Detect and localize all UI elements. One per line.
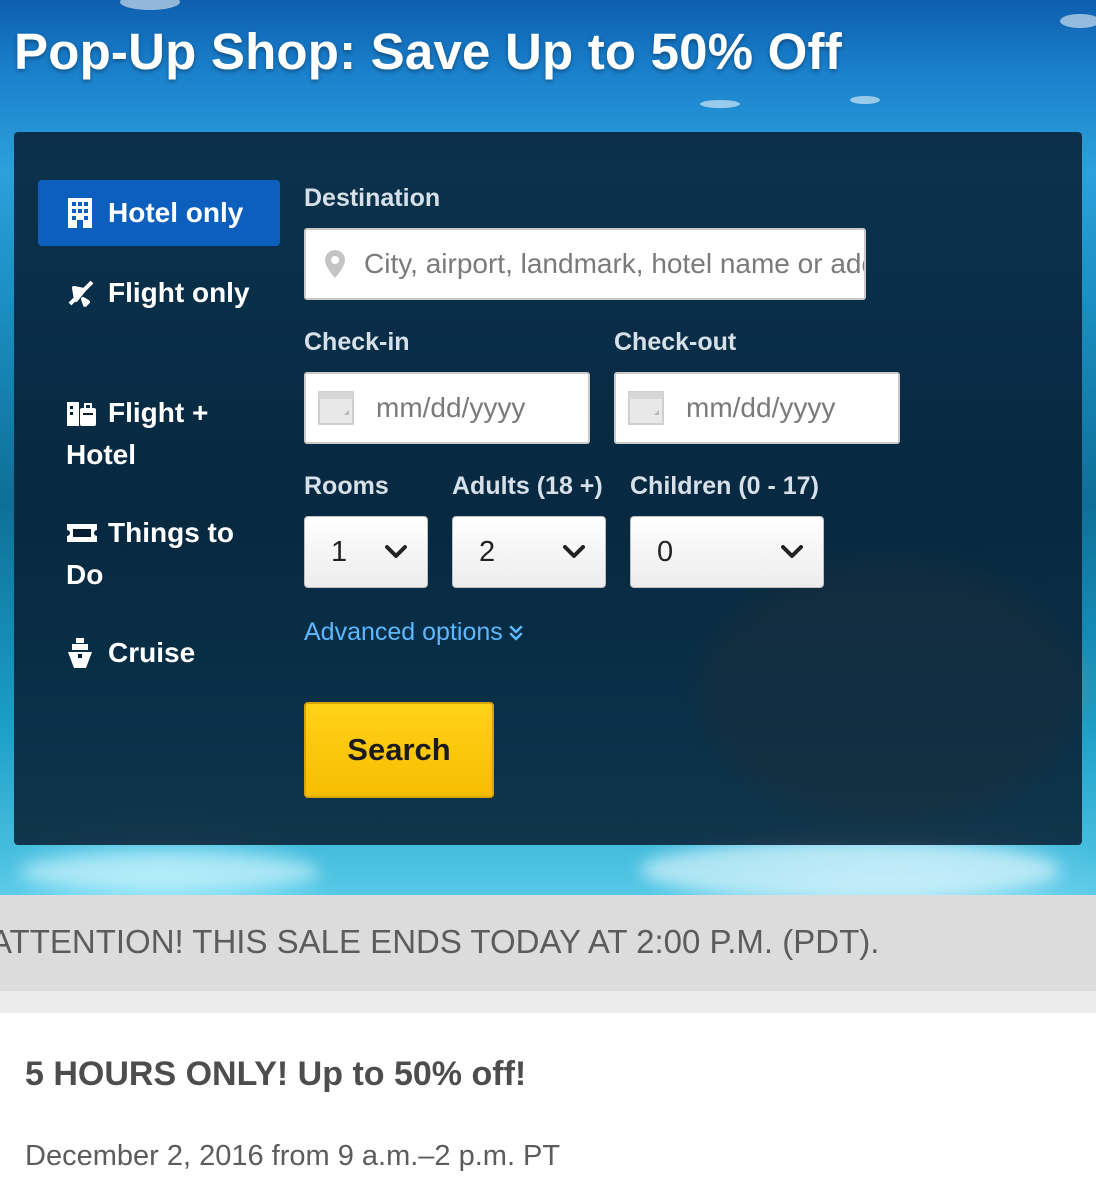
rooms-value: 1 [331,535,348,568]
cruise-ship-icon [66,632,98,674]
search-panel: Hotel only Flight only Flight + Hotel Th… [14,132,1082,845]
wave-foam [120,0,180,10]
double-chevron-down-icon [509,625,523,641]
destination-label: Destination [304,184,441,212]
destination-input[interactable] [364,248,864,280]
rooms-label: Rooms [304,472,389,500]
checkin-field[interactable] [304,372,590,444]
promo-title: 5 HOURS ONLY! Up to 50% off! [25,1055,527,1093]
children-label: Children (0 - 17) [630,472,819,500]
rooms-select[interactable]: 1 [304,516,428,588]
destination-field[interactable] [304,228,866,300]
wave-foam [1060,14,1096,28]
hotel-icon [66,180,98,246]
tab-label: Flight + Hotel [66,397,209,470]
map-pin-icon [324,249,346,279]
calendar-icon [318,391,354,425]
advanced-options-label: Advanced options [304,618,503,646]
checkout-field[interactable] [614,372,900,444]
divider [0,991,1096,1013]
adults-select[interactable]: 2 [452,516,606,588]
wave-foam [20,852,320,892]
wave-foam [640,840,1060,895]
children-value: 0 [657,535,674,568]
page-title: Pop-Up Shop: Save Up to 50% Off [14,23,842,80]
hero-banner: Pop-Up Shop: Save Up to 50% Off Hotel on… [0,0,1096,895]
tab-label: Cruise [108,637,196,668]
checkout-label: Check-out [614,328,737,356]
sale-ends-banner: ATTENTION! THIS SALE ENDS TODAY AT 2:00 … [0,895,1096,991]
chevron-down-icon [781,545,803,559]
children-select[interactable]: 0 [630,516,824,588]
calendar-icon [628,391,664,425]
promo-date: December 2, 2016 from 9 a.m.–2 p.m. PT [25,1140,561,1172]
adults-value: 2 [479,535,496,568]
chevron-down-icon [563,545,585,559]
tab-things-to-do[interactable]: Things to Do [38,512,280,596]
checkin-label: Check-in [304,328,410,356]
adults-label: Adults (18 +) [452,472,603,500]
search-button[interactable]: Search [304,702,494,798]
advanced-options-link[interactable]: Advanced options [304,618,523,647]
tab-cruise[interactable]: Cruise [38,632,280,674]
tab-flight-only[interactable]: Flight only [38,272,280,314]
tab-hotel-only[interactable]: Hotel only [38,180,280,246]
tab-label: Flight only [108,277,250,308]
wave-foam [850,96,880,104]
chevron-down-icon [385,545,407,559]
checkout-input[interactable] [686,392,898,424]
checkin-input[interactable] [376,392,588,424]
wave-foam [700,100,740,108]
tab-label: Hotel only [108,197,244,228]
banner-text: ATTENTION! THIS SALE ENDS TODAY AT 2:00 … [0,923,880,960]
product-tabs: Hotel only Flight only Flight + Hotel Th… [38,180,280,668]
tab-label: Things to Do [66,517,234,590]
tab-flight-hotel[interactable]: Flight + Hotel [38,392,280,476]
